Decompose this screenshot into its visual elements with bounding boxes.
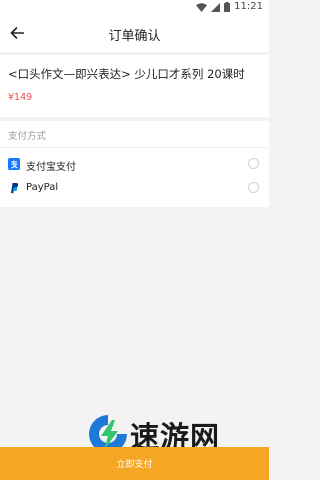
pay-now-button[interactable]: 立即支付 <box>0 447 269 480</box>
app-bar: 订单确认 <box>0 14 269 52</box>
payment-option-paypal[interactable]: PayPal <box>0 177 269 201</box>
battery-icon <box>224 2 231 12</box>
page-title: 订单确认 <box>108 29 161 44</box>
paypal-label: PayPal <box>26 182 59 193</box>
payment-option-alipay[interactable]: 支付宝支付 <box>0 153 269 177</box>
alipay-label: 支付宝支付 <box>26 162 76 173</box>
product-name: <口头作文—即兴表达> 少儿口才系列 20课时 <box>8 67 245 81</box>
section-divider <box>0 147 269 148</box>
wifi-icon <box>196 2 208 12</box>
signal-icon <box>211 2 221 12</box>
status-icons: 11:21 <box>196 1 263 13</box>
payment-section-title: 支付方式 <box>8 131 47 142</box>
payment-section: 支付方式 支付宝支付 PayPal <box>0 121 269 207</box>
product-card: <口头作文—即兴表达> 少儿口才系列 20课时 ¥149 <box>0 55 269 117</box>
status-bar: 11:21 <box>0 0 269 14</box>
paypal-icon <box>8 182 20 194</box>
product-price: ¥149 <box>8 92 33 103</box>
paypal-radio[interactable] <box>248 182 259 193</box>
status-time: 11:21 <box>234 1 263 12</box>
pay-now-label: 立即支付 <box>116 460 153 470</box>
alipay-radio[interactable] <box>248 158 259 169</box>
alipay-icon <box>8 158 20 170</box>
